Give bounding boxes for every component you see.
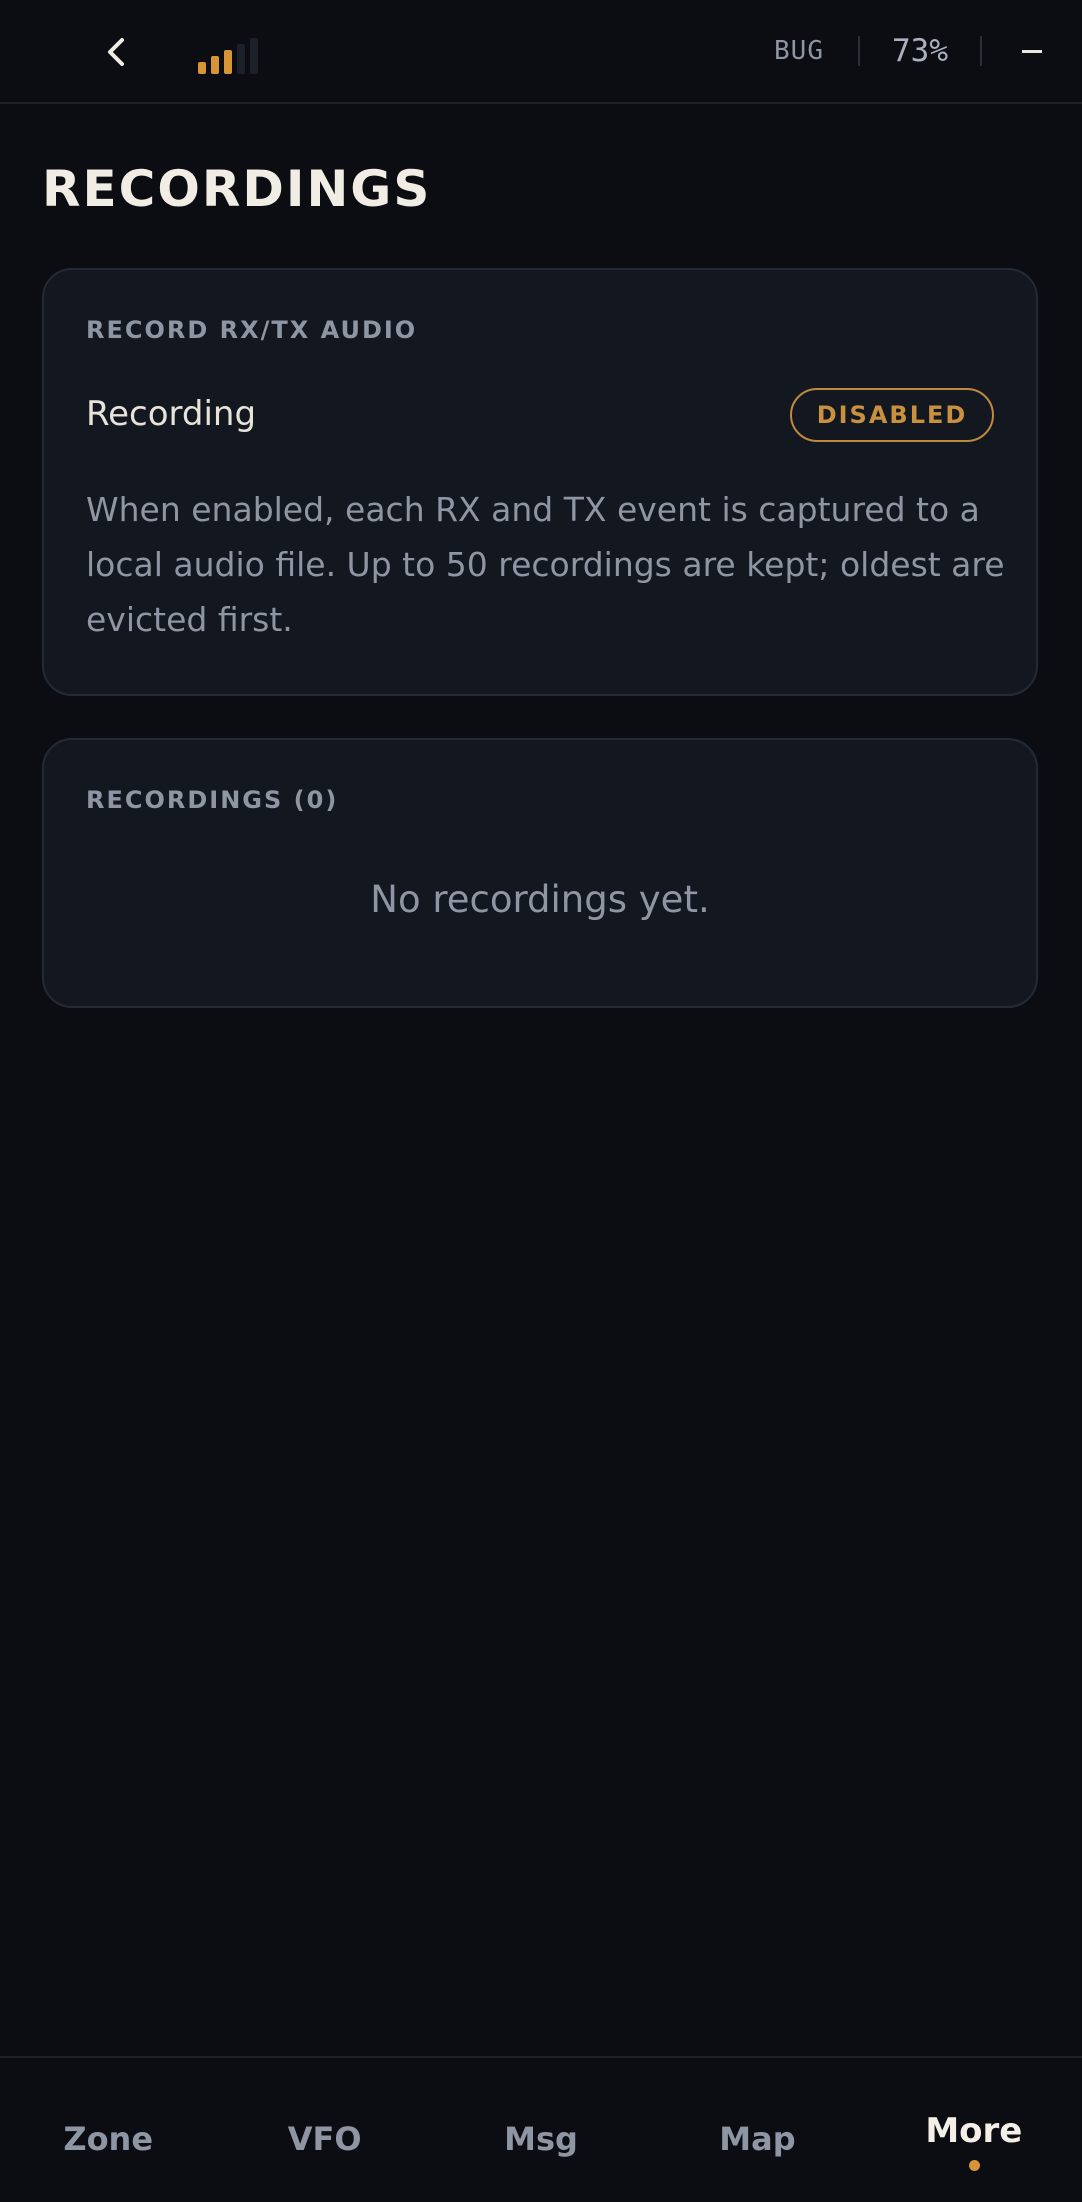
chevron-left-icon <box>108 38 124 66</box>
battery-level: 73% <box>892 33 948 69</box>
back-button[interactable] <box>90 22 142 82</box>
minimize-icon <box>1022 49 1042 53</box>
active-indicator-dot <box>968 2160 980 2171</box>
signal-strength-icon <box>198 38 258 74</box>
signal-bar <box>211 56 219 74</box>
nav-item-more[interactable]: More <box>866 2058 1082 2202</box>
nav-label: Msg <box>504 2120 578 2158</box>
empty-state-text: No recordings yet. <box>370 878 710 921</box>
recordings-list-card: RECORDINGS (0) No recordings yet. <box>42 738 1038 1008</box>
bottom-nav: Zone VFO Msg Map More <box>0 2056 1082 2202</box>
recordings-count-label: RECORDINGS (0) <box>86 786 339 814</box>
recording-toggle-badge[interactable]: DISABLED <box>790 388 994 442</box>
recording-description: When enabled, each RX and TX event is ca… <box>86 490 1005 639</box>
nav-label: More <box>925 2111 1023 2151</box>
connection-label: BUG <box>774 36 824 66</box>
recordings-screen: BUG 73% RECORDINGS RECORD RX/TX AUDIO Re… <box>0 0 1082 2202</box>
signal-bar <box>250 38 258 74</box>
nav-label: Zone <box>63 2120 154 2158</box>
recording-setting-label: Recording <box>86 394 257 434</box>
minimize-button[interactable] <box>982 0 1082 102</box>
section-label: RECORD RX/TX AUDIO <box>86 316 418 344</box>
nav-label: Map <box>719 2120 796 2158</box>
page-title: RECORDINGS <box>42 160 432 218</box>
signal-bar <box>198 62 206 74</box>
nav-item-map[interactable]: Map <box>649 2058 865 2202</box>
signal-bar <box>224 50 232 74</box>
nav-item-vfo[interactable]: VFO <box>216 2058 432 2202</box>
top-status-bar: BUG 73% <box>0 0 1082 104</box>
record-settings-card: RECORD RX/TX AUDIO Recording DISABLED Wh… <box>42 268 1038 696</box>
nav-label: VFO <box>287 2120 362 2158</box>
nav-item-msg[interactable]: Msg <box>433 2058 649 2202</box>
nav-item-zone[interactable]: Zone <box>0 2058 216 2202</box>
signal-bar <box>237 44 245 74</box>
